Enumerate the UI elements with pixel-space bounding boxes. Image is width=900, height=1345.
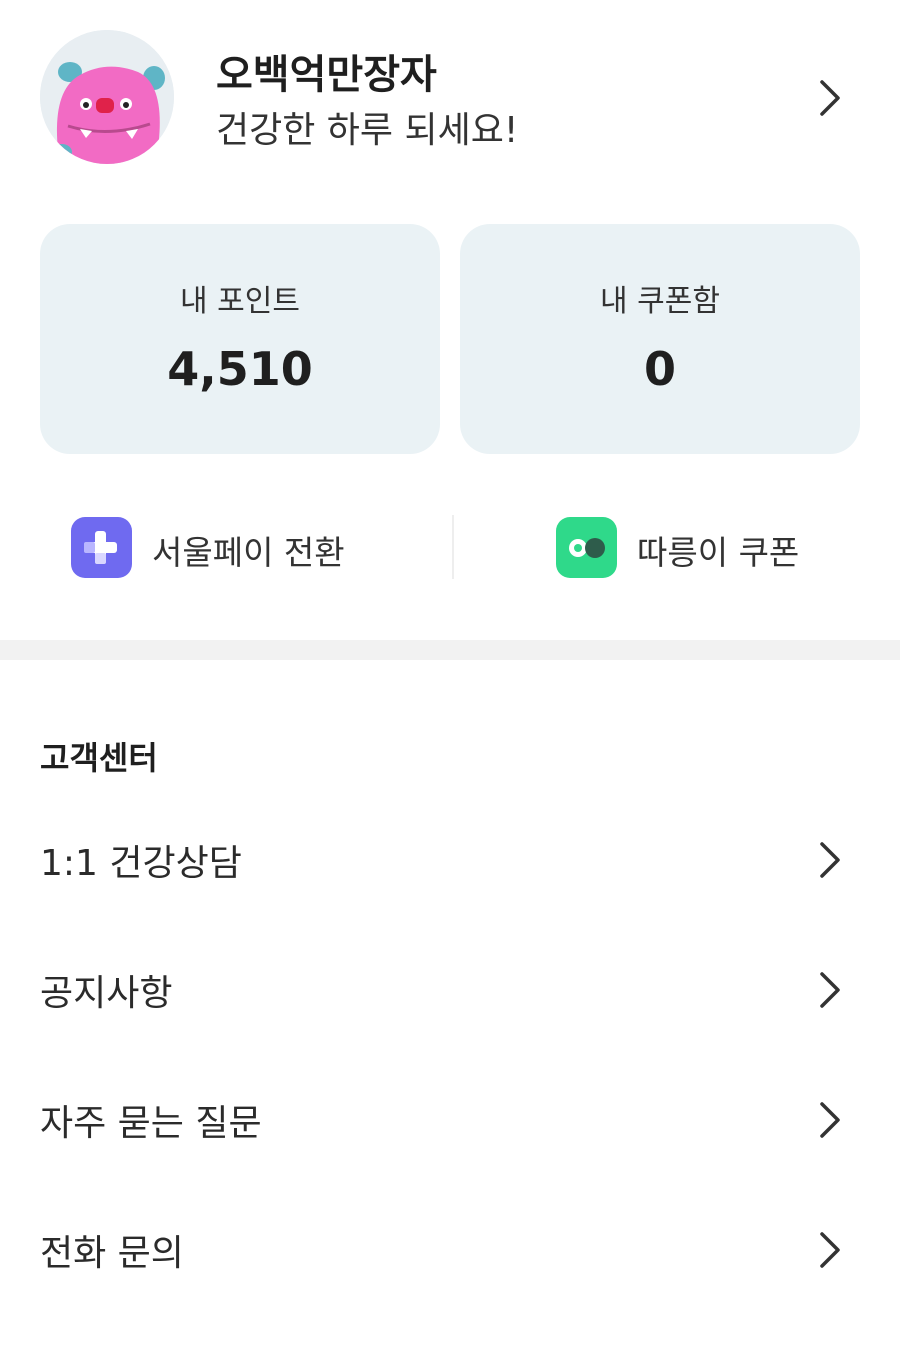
chevron-right-icon[interactable] xyxy=(812,76,848,120)
ttareungi-coupon-button[interactable]: 따릉이 쿠폰 xyxy=(450,500,900,595)
chevron-right-icon xyxy=(820,842,840,878)
ttareungi-coupon-label: 따릉이 쿠폰 xyxy=(637,533,800,572)
avatar xyxy=(40,30,174,164)
menu-item-label: 전화 문의 xyxy=(40,1233,184,1274)
user-nickname: 오백억만장자 xyxy=(216,52,437,98)
customer-center-title: 고객센터 xyxy=(40,739,158,777)
chevron-right-icon xyxy=(820,972,840,1008)
points-value: 4,510 xyxy=(167,342,313,396)
seoulpay-convert-label: 서울페이 전환 xyxy=(152,533,345,572)
seoulpay-plus-icon xyxy=(71,517,132,578)
chevron-right-icon xyxy=(820,1102,840,1138)
chevron-right-icon xyxy=(820,1232,840,1268)
menu-item-health-consult[interactable]: 1:1 건강상담 xyxy=(0,816,900,906)
menu-item-phone-inquiry[interactable]: 전화 문의 xyxy=(0,1206,900,1296)
menu-item-label: 1:1 건강상담 xyxy=(40,843,242,884)
pink-monster-avatar-icon xyxy=(40,30,174,164)
ttareungi-bike-icon xyxy=(556,517,617,578)
section-separator xyxy=(0,640,900,660)
points-card[interactable]: 내 포인트 4,510 xyxy=(40,224,440,454)
menu-item-label: 공지사항 xyxy=(40,973,173,1014)
menu-item-notices[interactable]: 공지사항 xyxy=(0,946,900,1036)
points-label: 내 포인트 xyxy=(180,284,300,319)
coupons-label: 내 쿠폰함 xyxy=(600,284,720,319)
coupons-value: 0 xyxy=(643,342,676,396)
seoulpay-convert-button[interactable]: 서울페이 전환 xyxy=(0,500,450,595)
greeting-text: 건강한 하루 되세요! xyxy=(216,110,519,151)
menu-item-label: 자주 묻는 질문 xyxy=(40,1103,262,1144)
menu-item-faq[interactable]: 자주 묻는 질문 xyxy=(0,1076,900,1166)
profile-header[interactable]: 오백억만장자 건강한 하루 되세요! xyxy=(0,0,900,200)
coupons-card[interactable]: 내 쿠폰함 0 xyxy=(460,224,860,454)
